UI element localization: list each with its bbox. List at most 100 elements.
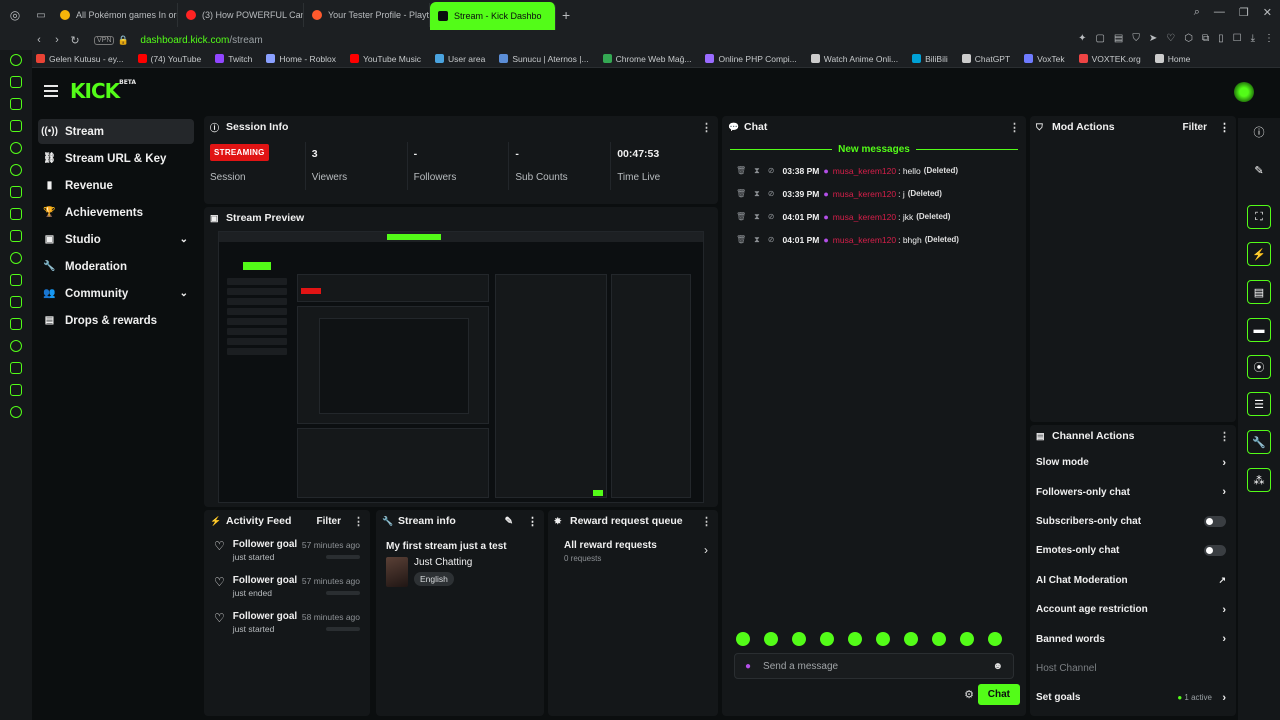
bookmark-item[interactable]: Online PHP Compi... [705, 54, 797, 64]
heart-icon[interactable]: ♡ [1166, 33, 1175, 44]
sidebar-app-icon[interactable] [10, 98, 22, 110]
puzzle-icon[interactable]: ⧉ [1202, 33, 1209, 44]
kebab-menu-icon[interactable]: ⋮ [1264, 33, 1274, 44]
sidebar-app-icon[interactable] [10, 406, 22, 418]
sidebar-item-studio[interactable]: ▣ Studio ⌄ [38, 227, 194, 252]
bookmark-item[interactable]: Sunucu | Aternos |... [499, 54, 589, 64]
more-options-icon[interactable]: ⋮ [1219, 121, 1230, 134]
search-tabs-icon[interactable]: ⌕ [1194, 6, 1200, 19]
tab-groups-icon[interactable]: ▭ [30, 10, 52, 21]
bookmark-item[interactable]: Home - Roblox [266, 54, 336, 64]
close-window-icon[interactable]: ✕ [1263, 6, 1272, 19]
emote-icon[interactable] [876, 632, 890, 646]
stream-preview-video[interactable] [218, 231, 704, 503]
trash-icon[interactable]: 🗑 [736, 189, 746, 198]
chat-bubble-icon[interactable]: ▬ [1247, 318, 1271, 342]
bookmark-item[interactable]: VoxTek [1024, 54, 1065, 64]
more-options-icon[interactable]: ⋮ [1219, 430, 1230, 443]
sidebar-item-moderation[interactable]: 🔧 Moderation [38, 254, 194, 279]
hourglass-icon[interactable]: ⧗ [754, 212, 760, 222]
sidebar-toggle-icon[interactable]: ▯ [1218, 33, 1224, 44]
chat-username[interactable]: musa_kerem120 [833, 166, 896, 176]
bookmark-item[interactable]: Home [1154, 54, 1190, 64]
kick-logo[interactable]: KICKBETA [70, 79, 136, 103]
sidebar-item-stream[interactable]: ((•)) Stream [38, 119, 194, 144]
channel-action-followers-only-chat[interactable]: Followers-only chat › [1030, 477, 1236, 506]
chat-username[interactable]: musa_kerem120 [833, 189, 896, 199]
sidebar-item-stream-url-key[interactable]: ⛓ Stream URL & Key [38, 146, 194, 171]
sidebar-item-revenue[interactable]: ▮ Revenue [38, 173, 194, 198]
screenshot-icon[interactable]: ▢ [1095, 33, 1104, 44]
emote-icon[interactable] [988, 632, 1002, 646]
sidebar-app-icon[interactable] [10, 340, 22, 352]
emote-icon[interactable] [932, 632, 946, 646]
sidebar-app-icon[interactable] [10, 384, 22, 396]
sidebar-app-icon[interactable] [10, 186, 22, 198]
bookmark-item[interactable]: VOXTEK.org [1078, 54, 1141, 64]
reload-icon[interactable]: ↻ [66, 34, 84, 47]
ban-icon[interactable]: ⊘ [768, 212, 775, 221]
browser-tab-youtube[interactable]: (3) How POWERFUL Can [178, 3, 304, 27]
sidebar-app-icon[interactable] [10, 318, 22, 330]
chat-message[interactable]: 🗑 ⧗ ⊘ 03:38 PM ● musa_kerem120 : hello (De… [722, 159, 1026, 182]
bookmark-item[interactable]: Chrome Web Mağ... [602, 54, 691, 64]
sidebar-item-drops-rewards[interactable]: ▤ Drops & rewards [38, 308, 194, 333]
send-icon[interactable]: ➤ [1149, 33, 1157, 44]
broadcast-icon[interactable]: ⦿ [1247, 355, 1271, 379]
hourglass-icon[interactable]: ⧗ [754, 235, 760, 245]
emote-icon[interactable] [904, 632, 918, 646]
browser-menu-icon[interactable]: ◎ [0, 8, 30, 22]
more-options-icon[interactable]: ⋮ [353, 515, 364, 528]
ban-icon[interactable]: ⊘ [768, 235, 775, 244]
browser-tab-playtest[interactable]: Your Tester Profile - Playt [304, 3, 430, 27]
toolbox-icon[interactable]: ☰ [1247, 392, 1271, 416]
sidebar-app-icon[interactable] [10, 120, 22, 132]
send-chat-button[interactable]: Chat [977, 684, 1020, 705]
emote-icon[interactable] [848, 632, 862, 646]
avatar[interactable] [1234, 82, 1254, 102]
bookmark-item[interactable]: YouTube Music [350, 54, 421, 64]
lightning-icon[interactable]: ⚡ [1247, 242, 1271, 266]
emote-icon[interactable] [960, 632, 974, 646]
more-options-icon[interactable]: ⋮ [701, 515, 712, 528]
bookmark-item[interactable]: Gelen Kutusu - ey... [36, 54, 124, 64]
emote-icon[interactable] [792, 632, 806, 646]
more-options-icon[interactable]: ⋮ [1009, 121, 1020, 134]
pencil-icon[interactable]: ✎ [1247, 158, 1271, 182]
sidebar-app-icon[interactable] [10, 54, 22, 66]
ban-icon[interactable]: ⊘ [768, 166, 775, 175]
trash-icon[interactable]: 🗑 [736, 235, 746, 244]
new-tab-button[interactable]: + [556, 7, 576, 23]
sidebar-app-icon[interactable] [10, 164, 22, 176]
more-options-icon[interactable]: ⋮ [527, 515, 538, 528]
emote-icon[interactable] [764, 632, 778, 646]
chat-message[interactable]: 🗑 ⧗ ⊘ 03:39 PM ● musa_kerem120 : j (Delete… [722, 182, 1026, 205]
emoji-icon[interactable]: ☻ [992, 661, 1003, 672]
sidebar-app-icon[interactable] [10, 252, 22, 264]
nodes-icon[interactable]: ⁂ [1247, 468, 1271, 492]
edit-icon[interactable]: ✎ [505, 516, 513, 527]
hourglass-icon[interactable]: ⧗ [754, 166, 760, 176]
browser-tab-kick[interactable]: Stream - Kick Dashbo [430, 2, 556, 30]
sidebar-app-icon[interactable] [10, 362, 22, 374]
bookmark-item[interactable]: BiliBili [912, 54, 948, 64]
channel-action-account-age-restriction[interactable]: Account age restriction › [1030, 595, 1236, 624]
toggle-switch[interactable] [1204, 515, 1226, 527]
bookmark-item[interactable]: Twitch [215, 54, 252, 64]
filter-button[interactable]: Filter [317, 516, 341, 527]
channel-action-emotes-only-chat[interactable]: Emotes-only chat [1030, 536, 1236, 565]
browser-tab-pokemon[interactable]: All Pokémon games In ord [52, 3, 178, 27]
bookmark-item[interactable]: (74) YouTube [137, 54, 201, 64]
wallet-icon[interactable]: ▤ [1114, 33, 1123, 44]
sidebar-item-achievements[interactable]: 🏆 Achievements [38, 200, 194, 225]
chat-input[interactable]: ● Send a message ☻ [734, 653, 1014, 679]
channel-action-subscribers-only-chat[interactable]: Subscribers-only chat [1030, 507, 1236, 536]
wrench-icon[interactable]: 🔧 [1247, 430, 1271, 454]
bookmark-item[interactable]: User area [434, 54, 485, 64]
maximize-icon[interactable]: ❐ [1239, 6, 1249, 19]
minimize-icon[interactable]: — [1214, 6, 1225, 19]
forward-icon[interactable]: › [48, 34, 66, 46]
chat-message[interactable]: 🗑 ⧗ ⊘ 04:01 PM ● musa_kerem120 : jkk (Dele… [722, 205, 1026, 228]
shield-icon[interactable]: ⛉ [1132, 33, 1140, 44]
chat-username[interactable]: musa_kerem120 [833, 212, 896, 222]
